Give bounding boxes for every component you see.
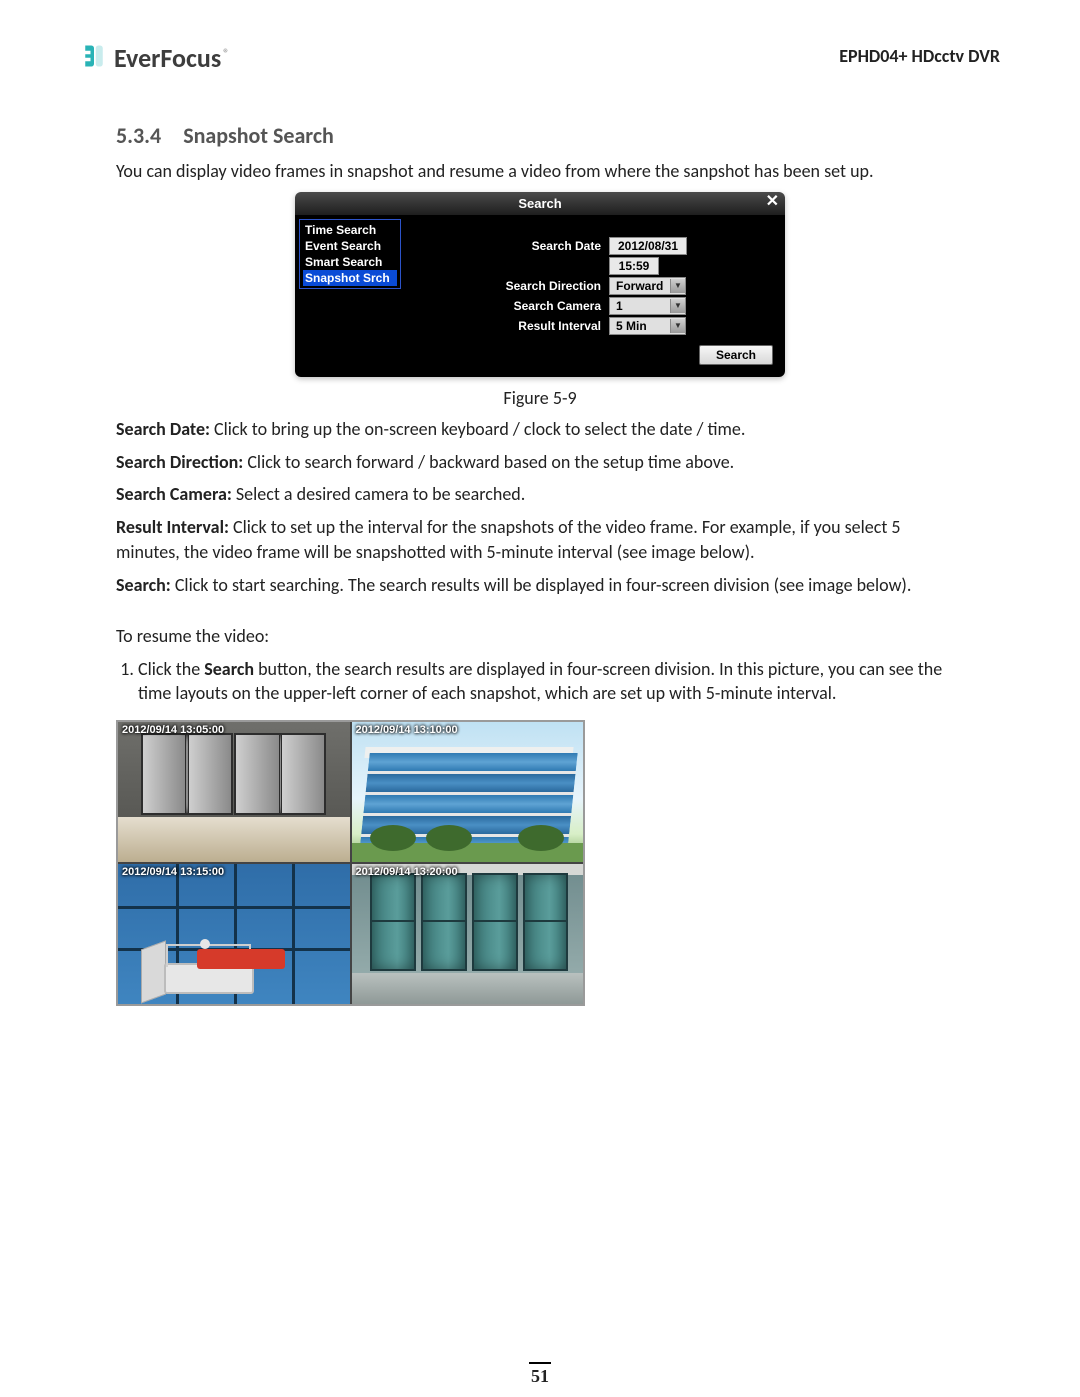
dropdown-search-direction[interactable]: Forward ▼ [609, 277, 686, 295]
def-search-date: Search Date: Click to bring up the on-sc… [116, 417, 964, 442]
sidebar-item-event-search[interactable]: Event Search [303, 238, 397, 254]
def-search-direction: Search Direction: Click to search forwar… [116, 450, 964, 475]
resume-step-1: Click the Search button, the search resu… [138, 657, 964, 707]
snapshot-timestamp: 2012/09/14 13:15:00 [122, 866, 224, 878]
dropdown-result-interval[interactable]: 5 Min ▼ [609, 317, 686, 335]
sidebar-item-smart-search[interactable]: Smart Search [303, 254, 397, 270]
brand-name: EverFocus® [114, 42, 229, 74]
search-dialog: Search ✕ Time Search Event Search Smart … [295, 192, 785, 377]
manual-page: EverFocus® EPHD04+ HDcctv DVR 5.3.4Snaps… [0, 0, 1080, 1397]
close-icon[interactable]: ✕ [766, 194, 779, 210]
brand-logo-icon [80, 42, 108, 70]
page-header: EverFocus® EPHD04+ HDcctv DVR [80, 40, 1000, 72]
field-search-time[interactable]: 15:59 [609, 257, 659, 275]
snapshot-timestamp: 2012/09/14 13:10:00 [356, 724, 458, 736]
resume-steps: Click the Search button, the search resu… [116, 657, 964, 707]
label-search-date: Search Date [411, 239, 609, 253]
section-heading: 5.3.4Snapshot Search [116, 122, 964, 149]
dialog-sidebar: Time Search Event Search Smart Search Sn… [295, 215, 405, 377]
page-number: 51 [0, 1362, 1080, 1387]
document-title: EPHD04+ HDcctv DVR [839, 45, 1000, 67]
sidebar-item-time-search[interactable]: Time Search [303, 222, 397, 238]
chevron-down-icon: ▼ [670, 279, 685, 293]
sidebar-item-snapshot-search[interactable]: Snapshot Srch [303, 270, 397, 286]
label-search-direction: Search Direction [411, 279, 609, 293]
intro-paragraph: You can display video frames in snapshot… [116, 159, 964, 184]
snapshot-cell-2[interactable]: 2012/09/14 13:10:00 [352, 722, 584, 862]
snapshot-cell-4[interactable]: 2012/09/14 13:20:00 [352, 864, 584, 1004]
dialog-titlebar: Search ✕ [295, 192, 785, 215]
dropdown-search-camera[interactable]: 1 ▼ [609, 297, 686, 315]
snapshot-cell-3[interactable]: 2012/09/14 13:15:00 [118, 864, 350, 1004]
figure-caption: Figure 5-9 [116, 387, 964, 409]
label-search-camera: Search Camera [411, 299, 609, 313]
field-search-date[interactable]: 2012/08/31 [609, 237, 687, 255]
def-search: Search: Click to start searching. The se… [116, 573, 964, 598]
def-result-interval: Result Interval: Click to set up the int… [116, 515, 964, 565]
dialog-title: Search [518, 196, 561, 211]
snapshot-cell-1[interactable]: 2012/09/14 13:05:00 [118, 722, 350, 862]
def-search-camera: Search Camera: Select a desired camera t… [116, 482, 964, 507]
snapshot-timestamp: 2012/09/14 13:05:00 [122, 724, 224, 736]
snapshot-timestamp: 2012/09/14 13:20:00 [356, 866, 458, 878]
chevron-down-icon: ▼ [670, 319, 685, 333]
chevron-down-icon: ▼ [670, 299, 685, 313]
brand-logo: EverFocus® [80, 40, 229, 72]
label-result-interval: Result Interval [411, 319, 609, 333]
dialog-form: Search Date 2012/08/31 15:59 Search Dire… [405, 215, 785, 377]
search-button[interactable]: Search [699, 345, 773, 365]
snapshot-grid: 2012/09/14 13:05:00 2012/09/14 13:10:00 [116, 720, 585, 1006]
resume-intro: To resume the video: [116, 624, 964, 649]
